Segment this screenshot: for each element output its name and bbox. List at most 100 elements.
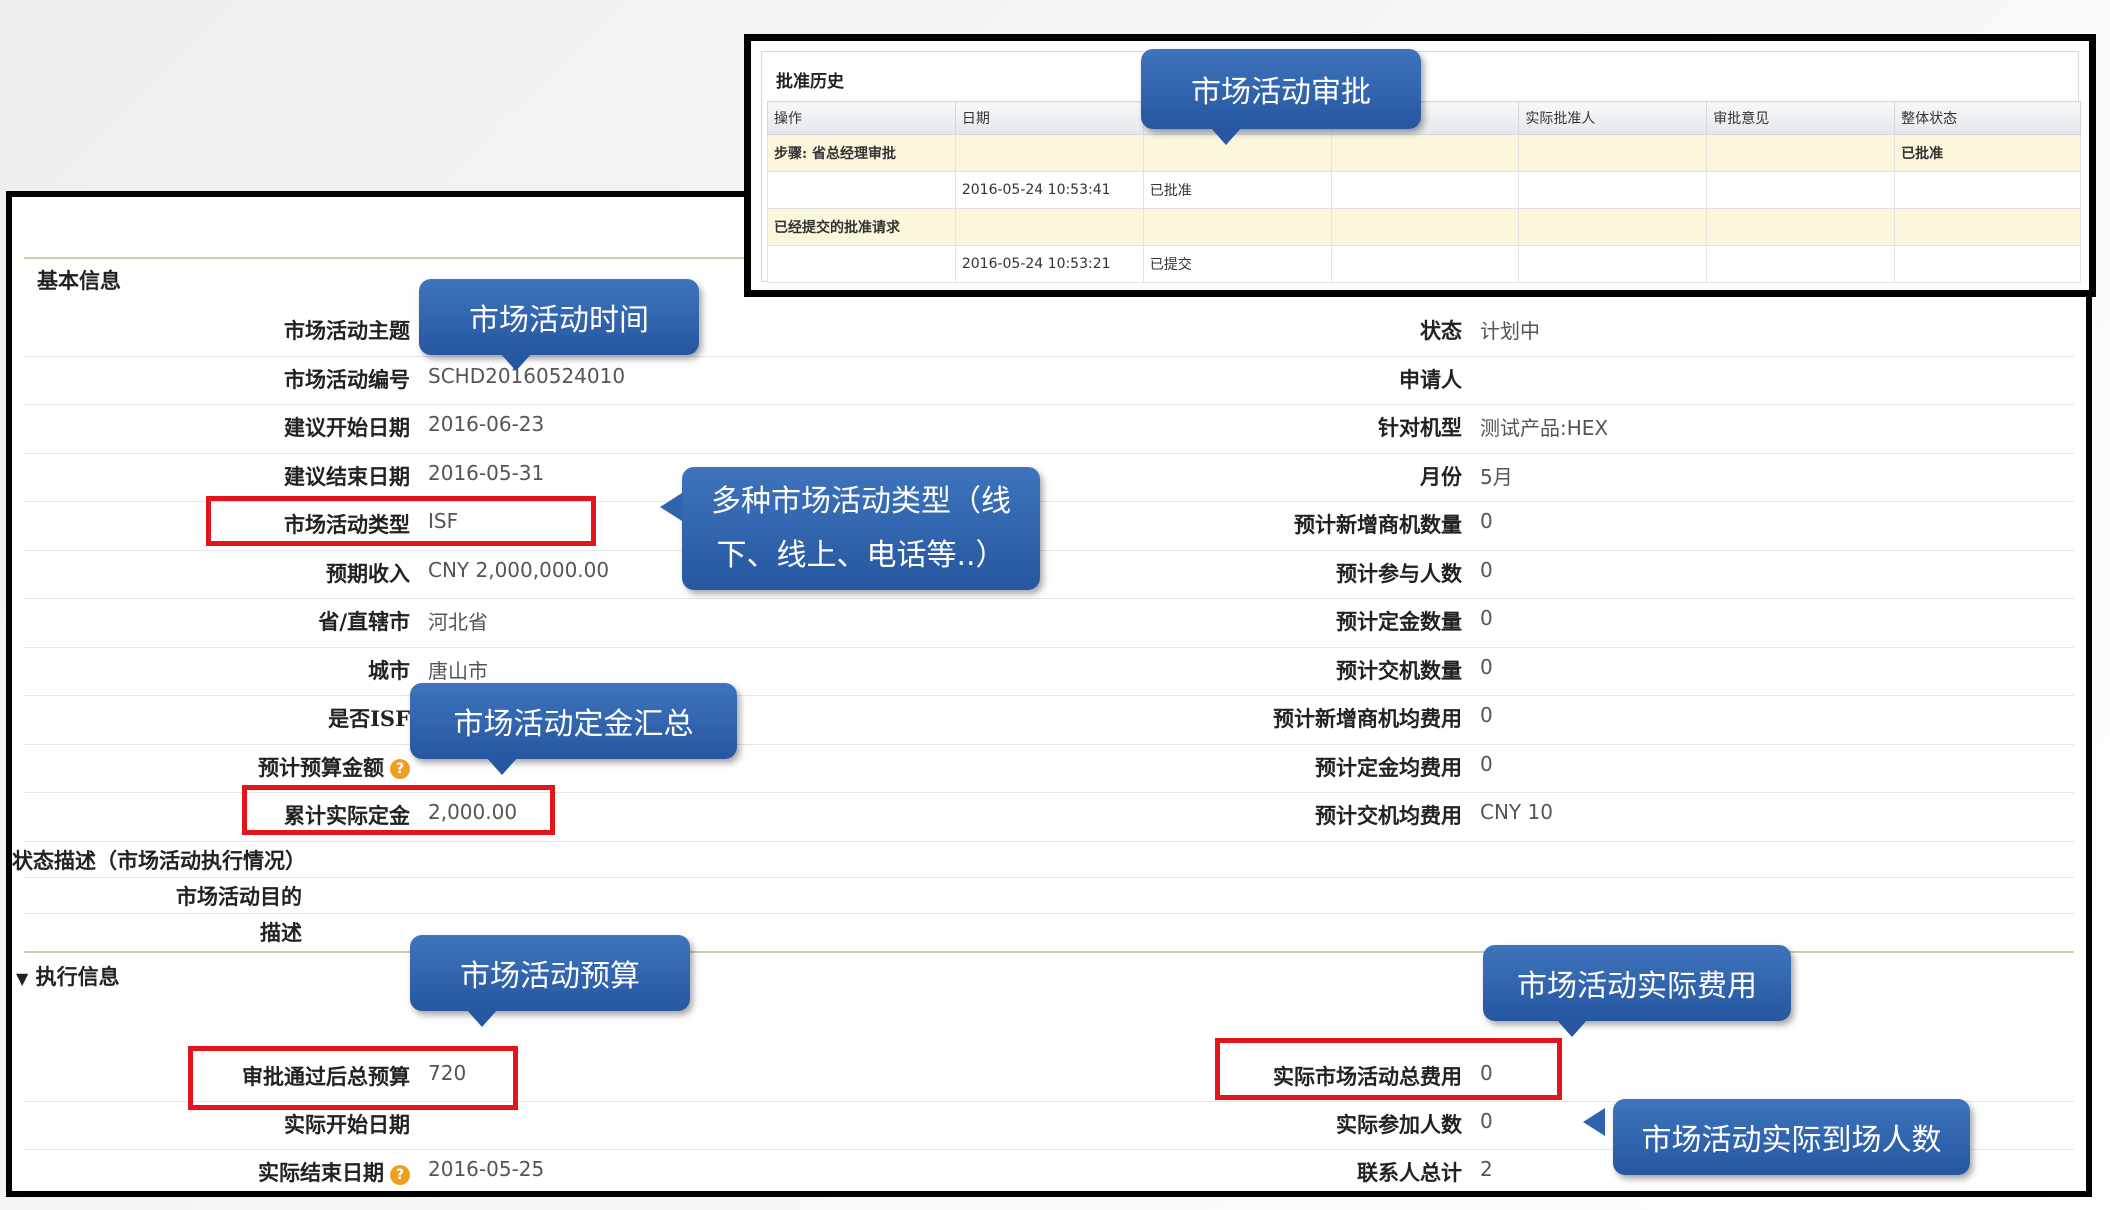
field-label-text: 是否ISF	[328, 706, 410, 731]
callout-time: 市场活动时间	[419, 279, 699, 355]
field-label-text: 建议开始日期	[284, 415, 410, 440]
table-cell	[955, 208, 1144, 246]
field-label: 建议结束日期	[12, 461, 410, 491]
field-value: 0	[1480, 1109, 1493, 1133]
approval-history-title: 批准历史	[776, 72, 844, 92]
purpose-label: 市场活动目的	[176, 884, 302, 909]
highlight-approved-budget	[188, 1046, 518, 1110]
row-divider	[24, 877, 2074, 878]
callout-approval-text: 市场活动审批	[1191, 75, 1371, 110]
highlight-deposit-total	[242, 785, 555, 835]
field-value: 2016-05-25	[428, 1157, 545, 1181]
table-cell	[1706, 208, 1896, 246]
callout-pointer	[1583, 1108, 1605, 1136]
help-icon[interactable]: ?	[390, 1164, 410, 1185]
column-header[interactable]: 审批意见	[1706, 101, 1896, 135]
collapse-arrow-icon: ▼	[16, 969, 29, 988]
description-label: 描述	[260, 920, 302, 945]
table-cell	[1331, 208, 1520, 246]
field-label: 预计预算金额?	[12, 752, 410, 782]
table-cell	[767, 171, 956, 209]
table-cell: 已经提交的批准请求	[767, 208, 956, 246]
callout-pointer	[500, 353, 532, 371]
field-label-text: 省/直辖市	[318, 609, 410, 634]
field-label: 申请人	[1042, 364, 1462, 394]
callout-attendance: 市场活动实际到场人数	[1613, 1099, 1970, 1175]
field-value: 2016-05-31	[428, 460, 545, 485]
table-cell	[1894, 171, 2081, 209]
callout-budget-text: 市场活动预算	[460, 959, 640, 994]
field-value: 河北省	[428, 610, 488, 634]
callout-pointer	[486, 757, 518, 775]
row-divider	[24, 452, 2074, 454]
field-label: 城市	[12, 655, 410, 685]
help-icon[interactable]: ?	[390, 759, 410, 779]
field-label: 市场活动编号	[12, 364, 410, 394]
column-header[interactable]: 操作	[767, 101, 956, 135]
field-label-text: 预计定金数量	[1336, 609, 1462, 634]
field-label-text: 预计定金均费用	[1315, 754, 1462, 780]
column-header[interactable]: 日期	[954, 101, 1144, 135]
callout-pointer	[1556, 1019, 1588, 1037]
column-header[interactable]: 整体状态	[1894, 101, 2081, 135]
field-value: CNY 2,000,000.00	[428, 557, 610, 582]
field-label: 状态	[1042, 315, 1462, 345]
callout-types-line2: 下、线上、电话等..）	[716, 537, 1006, 573]
callout-approval: 市场活动审批	[1141, 49, 1421, 129]
field-label: 预计参与人数	[1042, 558, 1462, 588]
table-cell: 2016-05-24 10:53:41	[954, 171, 1144, 209]
table-cell	[1894, 208, 2081, 246]
field-label: 省/直辖市	[12, 606, 410, 636]
table-cell	[1706, 134, 1896, 172]
field-label-text: 实际参加人数	[1336, 1112, 1462, 1137]
table-cell: 已批准	[1142, 171, 1332, 209]
row-divider	[24, 549, 2074, 551]
field-value: 测试产品:HEX	[1480, 416, 1609, 440]
row-divider	[24, 840, 2074, 842]
callout-pointer	[1210, 127, 1242, 145]
field-label: 预计新增商机均费用	[1042, 703, 1462, 733]
table-cell	[1143, 208, 1332, 246]
field-label: 预计新增商机数量	[1042, 509, 1462, 539]
callout-time-text: 市场活动时间	[469, 303, 649, 338]
field-label-text: 状态	[1420, 318, 1462, 343]
field-label-text: 预计参与人数	[1336, 560, 1462, 586]
table-row: 2016-05-24 10:53:41 已批准	[767, 171, 2081, 209]
field-label: 实际参加人数	[1042, 1109, 1462, 1139]
field-label: 市场活动主题	[12, 315, 410, 345]
highlight-actual-cost	[1215, 1038, 1562, 1100]
field-label-text: 市场活动编号	[284, 366, 410, 392]
field-label: 实际开始日期	[12, 1109, 410, 1139]
field-value: 0	[1480, 509, 1493, 533]
field-value: 2	[1480, 1157, 1493, 1181]
table-cell	[955, 134, 1144, 172]
column-header[interactable]: 实际批准人	[1518, 101, 1708, 135]
exec-info-toggle[interactable]: ▼ 执行信息	[16, 961, 120, 991]
status-desc-heading: 状态描述（市场活动执行情况）	[12, 848, 306, 873]
field-label: 联系人总计	[1042, 1157, 1462, 1187]
callout-attendance-text: 市场活动实际到场人数	[1641, 1123, 1942, 1158]
callout-pointer	[466, 1009, 498, 1027]
field-label: 预计定金数量	[1042, 606, 1462, 636]
field-label: 建议开始日期	[12, 412, 410, 442]
field-label-text: 市场活动主题	[284, 318, 410, 343]
field-label: 实际结束日期?	[12, 1157, 410, 1187]
field-label-text: 实际结束日期	[258, 1160, 384, 1185]
field-value: 0	[1480, 654, 1493, 679]
field-value: 0	[1480, 606, 1493, 630]
field-value: 0	[1480, 703, 1493, 727]
row-divider	[24, 355, 2074, 357]
field-value: 5月	[1480, 464, 1513, 489]
table-row: 已经提交的批准请求	[767, 208, 2081, 246]
table-cell	[1518, 134, 1708, 172]
field-label: 针对机型	[1042, 412, 1462, 442]
table-cell: 步骤: 省总经理审批	[767, 134, 956, 172]
field-label-text: 实际开始日期	[284, 1112, 410, 1137]
table-cell	[1518, 208, 1708, 246]
table-row: 步骤: 省总经理审批 已批准	[767, 134, 2081, 172]
table-cell: 已批准	[1894, 134, 2081, 172]
field-value: 计划中	[1480, 319, 1540, 343]
field-label-text: 预计预算金额	[258, 754, 384, 780]
table-row: 2016-05-24 10:53:21 已提交	[767, 245, 2081, 283]
table-cell	[1894, 245, 2081, 283]
